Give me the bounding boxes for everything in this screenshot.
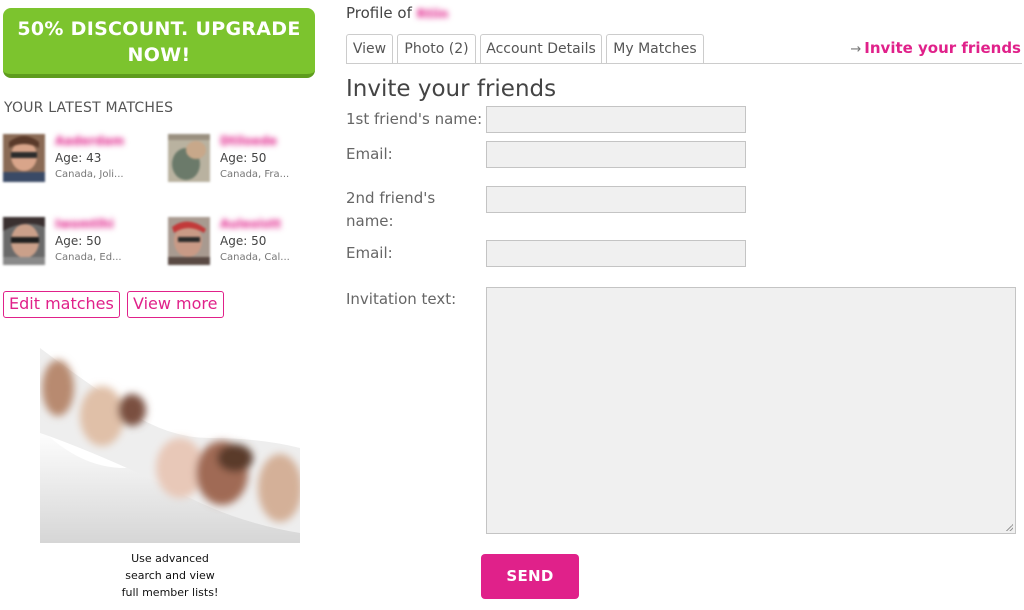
match-location: Canada, Fra... [220, 169, 290, 180]
match-name[interactable]: Aaderdam [55, 134, 124, 148]
match-photo[interactable] [168, 217, 210, 265]
match-age: Age: 43 [55, 151, 102, 165]
tab-account-details[interactable]: Account Details [480, 34, 602, 64]
match-age: Age: 50 [220, 234, 267, 248]
match-location: Canada, Ed... [55, 252, 122, 263]
match-age: Age: 50 [55, 234, 102, 248]
tab-view[interactable]: View [346, 34, 393, 64]
friend1-email-field[interactable] [486, 141, 746, 168]
match-card[interactable]: Aaderdam Age: 43 Canada, Joli... [3, 134, 163, 189]
match-name[interactable]: Dtiloede [220, 134, 286, 148]
send-button[interactable]: SEND [481, 554, 579, 599]
friend1-name-label: 1st friend's name: [346, 110, 483, 128]
invitation-text-label: Invitation text: [346, 290, 457, 308]
profile-of-label: Profile of [346, 4, 412, 22]
resize-grip-icon[interactable] [1006, 524, 1013, 531]
match-name[interactable]: Auleoistt [220, 217, 286, 231]
friend1-email-label: Email: [346, 145, 393, 163]
friend1-name-field[interactable] [486, 106, 746, 133]
upgrade-button[interactable]: 50% DISCOUNT. UPGRADE NOW! [3, 8, 315, 78]
invitation-text-field[interactable] [486, 287, 1016, 534]
invite-friends-link-label: Invite your friends [864, 39, 1021, 57]
match-card[interactable]: Iwomtlhi Age: 50 Canada, Ed... [3, 217, 163, 272]
tab-photo[interactable]: Photo (2) [397, 34, 476, 64]
invite-friends-link[interactable]: → Invite your friends [850, 39, 1021, 57]
match-photo[interactable] [168, 134, 210, 182]
page-title: Invite your friends [346, 76, 557, 102]
latest-matches-heading: YOUR LATEST MATCHES [4, 100, 174, 116]
profile-heading: Profile of Rtiin [346, 4, 448, 22]
match-location: Canada, Joli... [55, 169, 124, 180]
promo-photo-strip [40, 338, 300, 543]
arrow-right-icon: → [850, 42, 862, 57]
profile-name: Rtiin [416, 7, 449, 21]
friend2-name-field[interactable] [486, 186, 746, 213]
friend2-name-label: 2nd friend's name: [346, 189, 436, 230]
view-more-button[interactable]: View more [127, 291, 224, 318]
match-name[interactable]: Iwomtlhi [55, 217, 121, 231]
match-photo[interactable] [3, 217, 45, 265]
friend2-email-field[interactable] [486, 240, 746, 267]
match-photo[interactable] [3, 134, 45, 182]
friend2-email-label: Email: [346, 244, 393, 262]
promo-banner[interactable]: Use advanced search and view full member… [40, 338, 300, 610]
edit-matches-button[interactable]: Edit matches [3, 291, 120, 318]
tab-my-matches[interactable]: My Matches [606, 34, 704, 64]
tabs-divider [346, 63, 1022, 64]
match-age: Age: 50 [220, 151, 267, 165]
promo-caption[interactable]: Use advanced search and view full member… [40, 550, 300, 601]
match-card[interactable]: Auleoistt Age: 50 Canada, Cal... [168, 217, 328, 272]
match-location: Canada, Cal... [220, 252, 290, 263]
match-card[interactable]: Dtiloede Age: 50 Canada, Fra... [168, 134, 328, 189]
